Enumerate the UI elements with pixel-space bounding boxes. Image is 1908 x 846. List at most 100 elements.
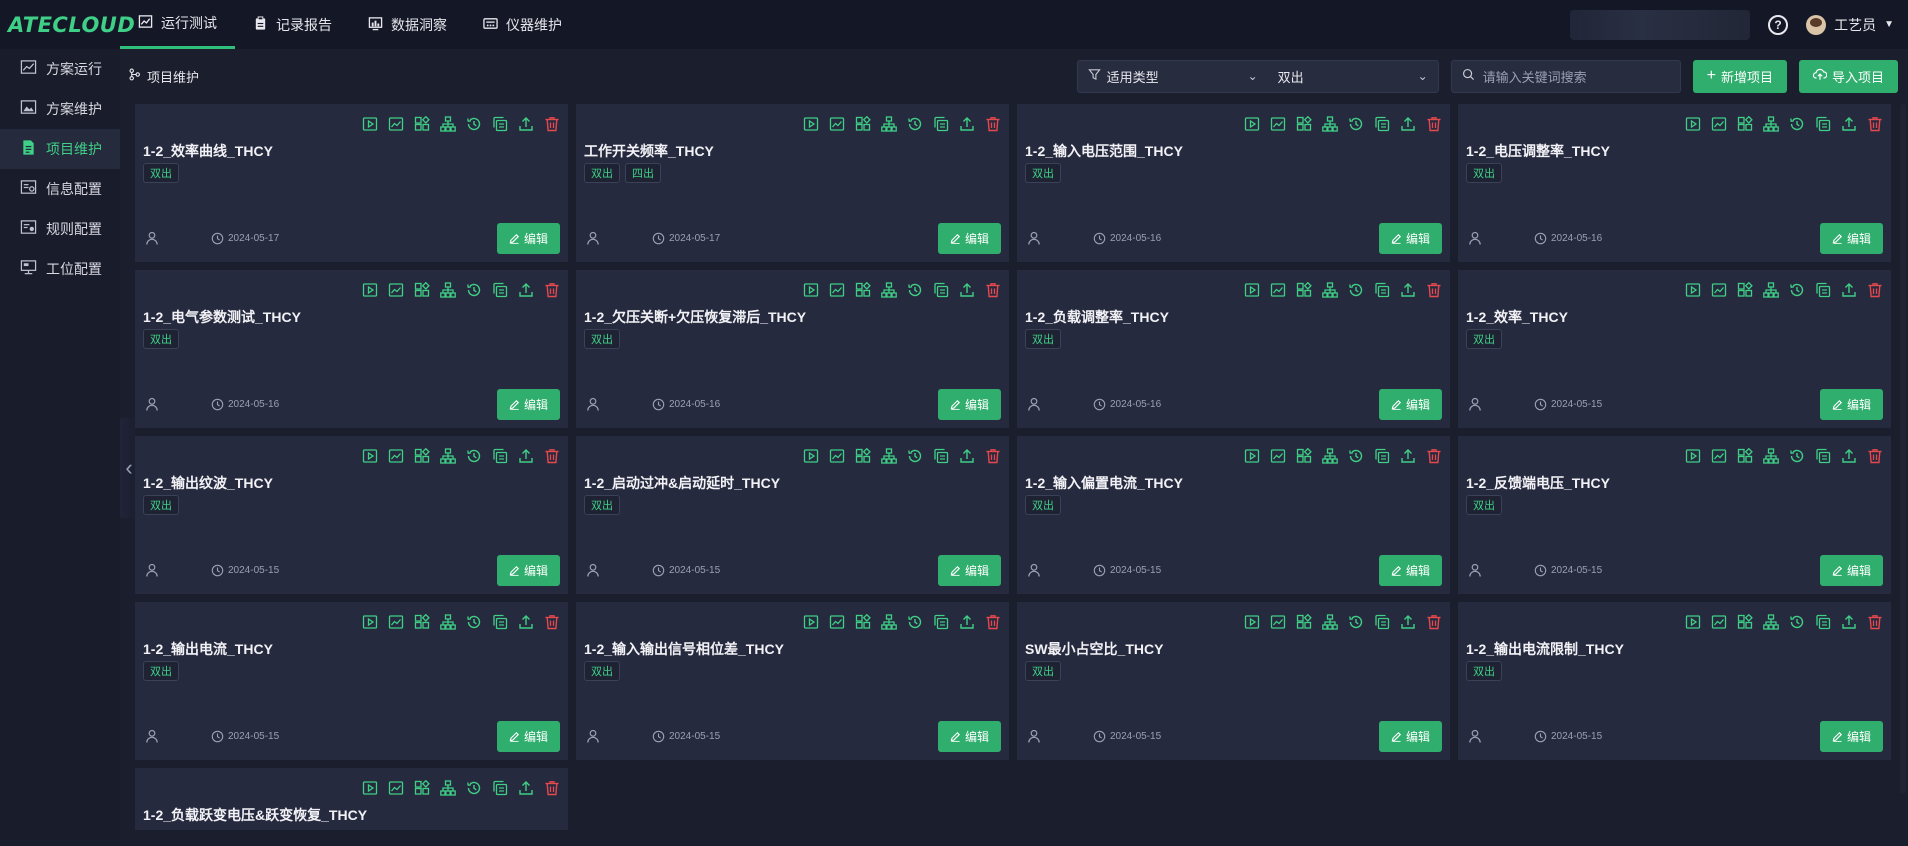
chart-icon[interactable]	[1269, 115, 1286, 132]
copy-icon[interactable]	[1373, 613, 1390, 630]
hierarchy-icon[interactable]	[880, 447, 897, 464]
upload-icon[interactable]	[517, 779, 534, 796]
chart-icon[interactable]	[1710, 281, 1727, 298]
delete-icon[interactable]	[1425, 613, 1442, 630]
history-icon[interactable]	[1347, 115, 1364, 132]
delete-icon[interactable]	[1425, 447, 1442, 464]
copy-icon[interactable]	[1373, 115, 1390, 132]
chart-icon[interactable]	[1269, 281, 1286, 298]
history-icon[interactable]	[906, 281, 923, 298]
history-icon[interactable]	[465, 779, 482, 796]
delete-icon[interactable]	[1425, 281, 1442, 298]
hierarchy-icon[interactable]	[439, 613, 456, 630]
play-icon[interactable]	[361, 779, 378, 796]
chart-icon[interactable]	[1710, 115, 1727, 132]
delete-icon[interactable]	[543, 447, 560, 464]
hierarchy-icon[interactable]	[880, 281, 897, 298]
history-icon[interactable]	[1347, 281, 1364, 298]
hierarchy-icon[interactable]	[1762, 613, 1779, 630]
grid-icon[interactable]	[1736, 281, 1753, 298]
hierarchy-icon[interactable]	[1762, 447, 1779, 464]
copy-icon[interactable]	[932, 115, 949, 132]
grid-icon[interactable]	[1295, 447, 1312, 464]
delete-icon[interactable]	[984, 281, 1001, 298]
delete-icon[interactable]	[543, 115, 560, 132]
history-icon[interactable]	[1788, 281, 1805, 298]
history-icon[interactable]	[465, 281, 482, 298]
copy-icon[interactable]	[932, 447, 949, 464]
copy-icon[interactable]	[1373, 281, 1390, 298]
upload-icon[interactable]	[958, 613, 975, 630]
history-icon[interactable]	[906, 613, 923, 630]
filter-type-select[interactable]: 适用类型 ⌄	[1078, 61, 1268, 92]
chart-icon[interactable]	[1269, 613, 1286, 630]
copy-icon[interactable]	[1814, 281, 1831, 298]
upload-icon[interactable]	[517, 613, 534, 630]
upload-icon[interactable]	[1399, 613, 1416, 630]
search-input[interactable]: 请输入关键词搜索	[1450, 59, 1681, 93]
tab-run-test[interactable]: 运行测试	[120, 0, 235, 49]
grid-icon[interactable]	[413, 281, 430, 298]
edit-button[interactable]: 编辑	[937, 388, 1001, 420]
upload-icon[interactable]	[1399, 115, 1416, 132]
edit-button[interactable]: 编辑	[937, 720, 1001, 752]
hierarchy-icon[interactable]	[1762, 281, 1779, 298]
delete-icon[interactable]	[984, 447, 1001, 464]
grid-icon[interactable]	[1295, 115, 1312, 132]
delete-icon[interactable]	[1866, 115, 1883, 132]
grid-icon[interactable]	[1295, 613, 1312, 630]
delete-icon[interactable]	[1425, 115, 1442, 132]
upload-icon[interactable]	[517, 115, 534, 132]
chart-icon[interactable]	[387, 447, 404, 464]
delete-icon[interactable]	[1866, 613, 1883, 630]
edit-button[interactable]: 编辑	[1378, 222, 1442, 254]
grid-icon[interactable]	[1736, 447, 1753, 464]
play-icon[interactable]	[1243, 613, 1260, 630]
delete-icon[interactable]	[543, 779, 560, 796]
copy-icon[interactable]	[1814, 447, 1831, 464]
copy-icon[interactable]	[1814, 613, 1831, 630]
history-icon[interactable]	[465, 447, 482, 464]
edit-button[interactable]: 编辑	[1378, 388, 1442, 420]
chart-icon[interactable]	[387, 613, 404, 630]
upload-icon[interactable]	[958, 447, 975, 464]
history-icon[interactable]	[1788, 115, 1805, 132]
chart-icon[interactable]	[387, 779, 404, 796]
hierarchy-icon[interactable]	[1321, 281, 1338, 298]
grid-icon[interactable]	[413, 779, 430, 796]
scrollbar[interactable]	[1900, 104, 1906, 794]
delete-icon[interactable]	[1866, 447, 1883, 464]
copy-icon[interactable]	[1373, 447, 1390, 464]
play-icon[interactable]	[1684, 281, 1701, 298]
edit-button[interactable]: 编辑	[1819, 720, 1883, 752]
user-menu[interactable]: 工艺员 ▼	[1806, 14, 1894, 35]
sidebar-item-plan-maintenance[interactable]: 方案维护	[0, 89, 120, 129]
hierarchy-icon[interactable]	[439, 779, 456, 796]
upload-icon[interactable]	[1840, 613, 1857, 630]
delete-icon[interactable]	[984, 115, 1001, 132]
copy-icon[interactable]	[491, 281, 508, 298]
upload-icon[interactable]	[517, 281, 534, 298]
upload-icon[interactable]	[1840, 447, 1857, 464]
upload-icon[interactable]	[958, 281, 975, 298]
play-icon[interactable]	[1243, 281, 1260, 298]
hierarchy-icon[interactable]	[439, 281, 456, 298]
hierarchy-icon[interactable]	[880, 613, 897, 630]
grid-icon[interactable]	[854, 613, 871, 630]
hierarchy-icon[interactable]	[1762, 115, 1779, 132]
history-icon[interactable]	[465, 613, 482, 630]
hierarchy-icon[interactable]	[880, 115, 897, 132]
grid-icon[interactable]	[413, 447, 430, 464]
edit-button[interactable]: 编辑	[1819, 222, 1883, 254]
grid-icon[interactable]	[413, 613, 430, 630]
help-icon[interactable]: ?	[1768, 14, 1789, 35]
copy-icon[interactable]	[932, 613, 949, 630]
edit-button[interactable]: 编辑	[496, 554, 560, 586]
history-icon[interactable]	[1347, 447, 1364, 464]
grid-icon[interactable]	[854, 281, 871, 298]
upload-icon[interactable]	[1399, 281, 1416, 298]
upload-icon[interactable]	[517, 447, 534, 464]
play-icon[interactable]	[361, 115, 378, 132]
edit-button[interactable]: 编辑	[1819, 388, 1883, 420]
play-icon[interactable]	[361, 613, 378, 630]
